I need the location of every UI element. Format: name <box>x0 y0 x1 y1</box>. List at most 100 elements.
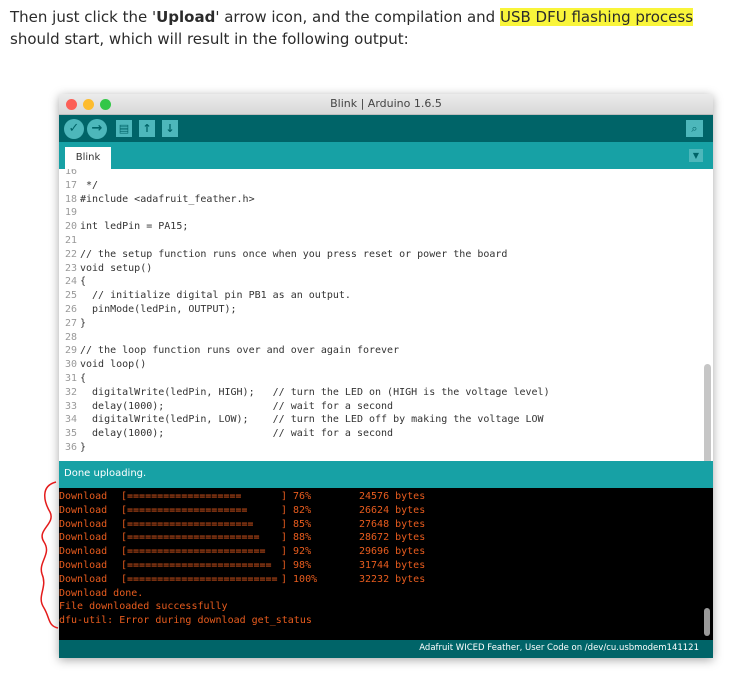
code-text: digitalWrite(ledPin, HIGH); // turn the … <box>80 386 550 398</box>
code-text: delay(1000); // wait for a second <box>80 400 394 412</box>
download-bytes: 26624 bytes <box>359 504 426 516</box>
console-scrollbar[interactable] <box>704 608 710 636</box>
download-pct: ] 92% <box>281 546 312 558</box>
code-text: delay(1000); // wait for a second <box>80 428 394 440</box>
code-text: // the loop function runs over and over … <box>80 345 400 357</box>
line-number: 27 <box>64 317 77 329</box>
line-number: 26 <box>64 304 77 315</box>
line-number: 31 <box>64 373 77 384</box>
line-number: 24 <box>64 276 77 288</box>
code-line: 23 void setup() <box>59 262 152 276</box>
status-bar: Done uploading. <box>59 461 713 488</box>
code-text: int ledPin = PA15; <box>80 221 189 233</box>
line-number: 28 <box>64 331 77 343</box>
toolbar: ✓ → ▤ ↑ ↓ ⌕ <box>59 115 713 142</box>
intro-text-2: ' arrow icon, and the compilation and <box>215 8 500 26</box>
line-number: 34 <box>64 414 77 426</box>
success-line: File downloaded successfully <box>59 601 228 613</box>
code-line: 20 int ledPin = PA15; <box>59 220 188 234</box>
code-text: pinMode(ledPin, OUTPUT); <box>80 304 237 315</box>
code-line: 27} <box>59 317 86 331</box>
intro-paragraph: Then just click the 'Upload' arrow icon,… <box>10 6 738 50</box>
code-text: */ <box>80 179 99 191</box>
code-line: 35 delay(1000); // wait for a second <box>59 427 393 441</box>
footer-bar: Adafruit WICED Feather, User Code on /de… <box>59 640 713 658</box>
download-bytes: 31744 bytes <box>359 560 426 571</box>
line-number: 25 <box>64 290 77 302</box>
line-number: 29 <box>64 345 77 357</box>
line-number: 19 <box>64 207 77 219</box>
code-line: 32 digitalWrite(ledPin, HIGH); // turn t… <box>59 386 550 400</box>
title-bar: Blink | Arduino 1.6.5 <box>59 94 713 115</box>
download-pct: ] 88% <box>281 532 312 544</box>
code-text: { <box>80 276 87 288</box>
download-pct: ] 85% <box>281 518 312 530</box>
chevron-down-icon[interactable]: ▼ <box>689 149 703 162</box>
red-brace-annotation <box>40 481 59 629</box>
code-line: 36} <box>59 441 86 455</box>
code-text: digitalWrite(ledPin, LOW); // turn the L… <box>80 414 544 426</box>
intro-bold: Upload <box>156 8 216 26</box>
code-text: void setup() <box>80 262 153 274</box>
download-bar: [=================== <box>121 491 242 502</box>
tab-blink[interactable]: Blink <box>65 147 111 169</box>
download-bar: [========================= <box>121 573 278 585</box>
arrow-up-icon[interactable]: ↑ <box>139 120 155 137</box>
code-text: // the setup function runs once when you… <box>80 248 508 260</box>
page-icon[interactable]: ▤ <box>116 120 132 137</box>
error-line: dfu-util: Error during download get_stat… <box>59 615 312 627</box>
download-bytes: 27648 bytes <box>359 518 426 530</box>
download-done-line: Download done. <box>59 587 144 599</box>
code-line: 19 <box>59 206 80 220</box>
code-line: 22// the setup function runs once when y… <box>59 248 508 262</box>
code-line: 21 <box>59 234 80 248</box>
code-line: 34 digitalWrite(ledPin, LOW); // turn th… <box>59 413 544 427</box>
line-number: 32 <box>64 386 77 398</box>
download-pct: ] 82% <box>281 504 312 516</box>
download-bytes: 29696 bytes <box>359 546 426 558</box>
download-bytes: 32232 bytes <box>359 573 426 585</box>
code-text: } <box>80 442 87 453</box>
line-number: 16 <box>64 169 77 177</box>
intro-text-1: Then just click the ' <box>10 8 157 26</box>
download-bar: [====================== <box>121 532 260 544</box>
download-pct: ] 76% <box>281 491 312 502</box>
tab-bar: Blink ▼ <box>59 142 713 169</box>
line-number: 23 <box>64 262 77 274</box>
code-line: 17 */ <box>59 179 98 193</box>
line-number: 17 <box>64 179 77 191</box>
arrow-down-icon[interactable]: ↓ <box>162 120 178 137</box>
code-line: 31{ <box>59 372 86 386</box>
code-line: 18 #include <adafruit_feather.h> <box>59 193 255 207</box>
download-pct: ] 100% <box>281 573 318 585</box>
download-bytes: 24576 bytes <box>359 491 426 502</box>
intro-text-3: should start, which will result in the f… <box>10 30 409 48</box>
code-editor[interactable]: 16 17 */18 #include <adafruit_feather.h> 19… <box>59 169 713 461</box>
check-icon[interactable]: ✓ <box>64 119 84 139</box>
arduino-window: Blink | Arduino 1.6.5 ✓ → ▤ ↑ ↓ ⌕ Blink … <box>59 94 713 658</box>
line-number: 35 <box>64 428 77 440</box>
code-line: 25 // initialize digital pin PB1 as an o… <box>59 289 351 303</box>
output-console: Download [===================] 76% 24576 b… <box>59 488 713 640</box>
code-text: // initialize digital pin PB1 as an outp… <box>80 290 351 302</box>
line-number: 20 <box>64 221 77 233</box>
intro-highlight: USB DFU flashing process <box>499 8 694 26</box>
status-text: Done uploading. <box>64 468 147 479</box>
download-bar: [==================== <box>121 504 248 516</box>
code-line: 28 <box>59 331 80 345</box>
download-pct: ] 98% <box>281 560 312 571</box>
editor-scrollbar[interactable] <box>704 364 711 461</box>
code-text: #include <adafruit_feather.h> <box>80 193 255 205</box>
magnifier-icon[interactable]: ⌕ <box>686 120 703 137</box>
code-line: 30 void loop() <box>59 358 146 372</box>
download-bar: [======================= <box>121 546 266 558</box>
board-info: Adafruit WICED Feather, User Code on /de… <box>419 643 699 653</box>
line-number: 36 <box>64 442 77 453</box>
arrow-right-icon[interactable]: → <box>87 119 107 139</box>
code-line: 24{ <box>59 275 86 289</box>
code-text: } <box>80 317 87 329</box>
line-number: 30 <box>64 359 77 371</box>
code-text: void loop() <box>80 359 147 371</box>
download-bar: [===================== <box>121 518 254 530</box>
line-number: 22 <box>64 248 77 260</box>
